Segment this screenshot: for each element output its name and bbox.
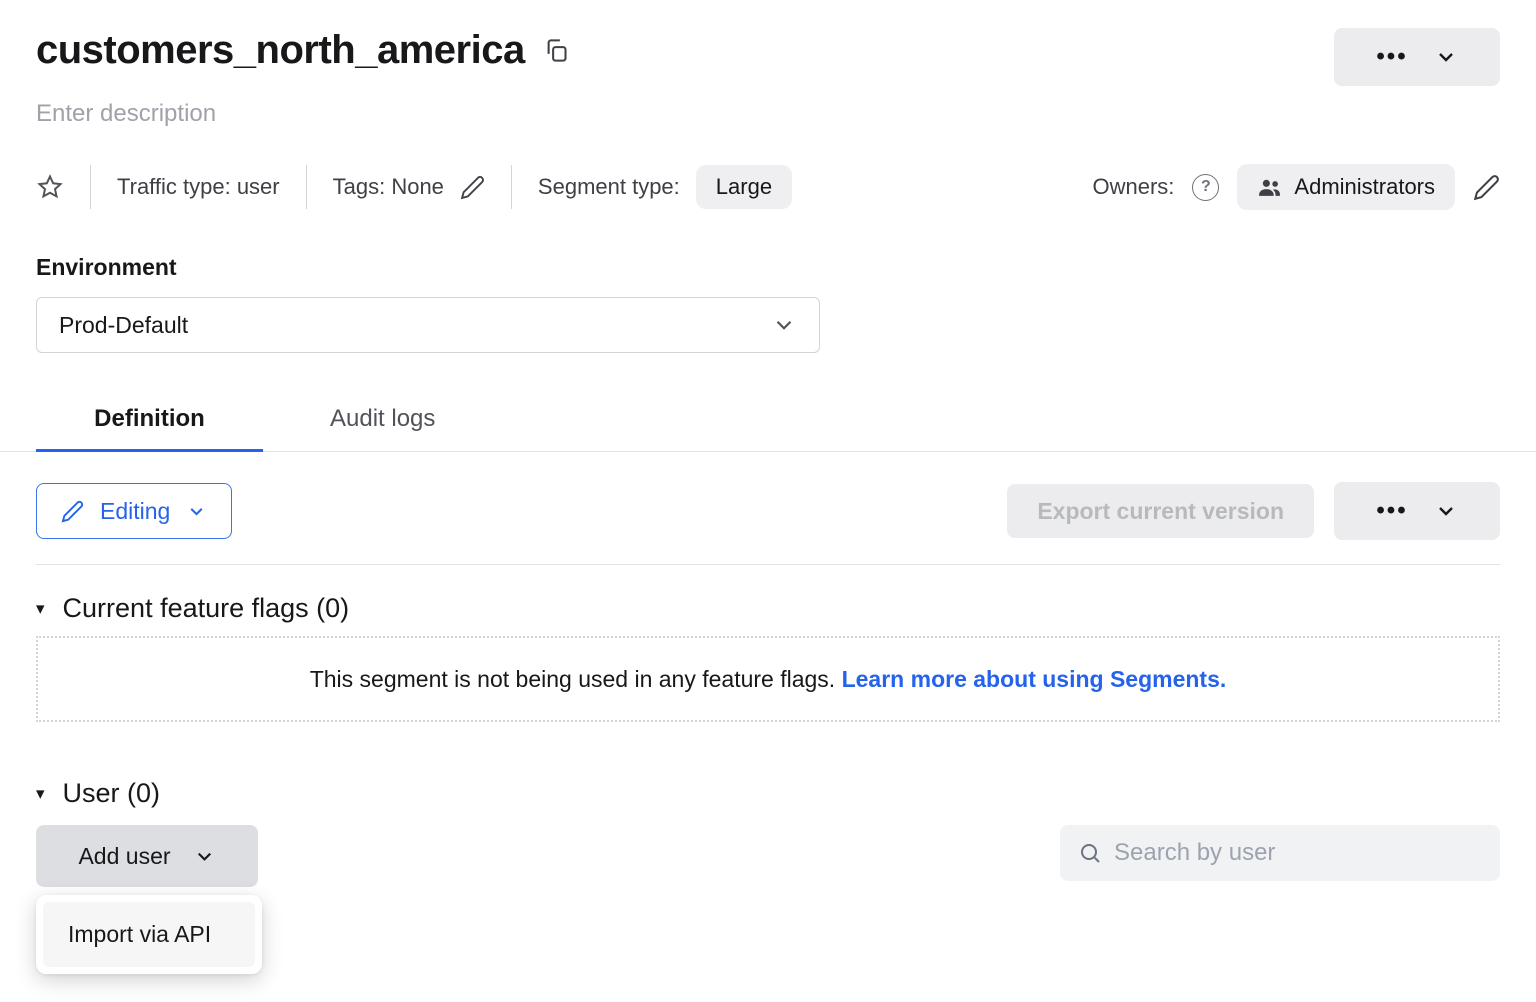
user-search xyxy=(1060,825,1500,881)
toolbar-right: Export current version ••• xyxy=(1007,482,1500,540)
owners-label: Owners: xyxy=(1092,174,1174,200)
add-user-button[interactable]: Add user xyxy=(36,825,258,887)
chevron-down-icon xyxy=(1434,499,1458,523)
chevron-down-icon xyxy=(193,845,216,868)
feature-flags-section-header[interactable]: ▾ Current feature flags (0) xyxy=(36,593,1500,624)
environment-select[interactable]: Prod-Default xyxy=(36,297,820,353)
add-user-dropdown-menu: Import via API xyxy=(36,895,262,974)
empty-state-text: This segment is not being used in any fe… xyxy=(310,666,1227,693)
tags-group: Tags: None xyxy=(333,174,485,200)
owners-pill[interactable]: Administrators xyxy=(1237,164,1455,210)
traffic-type-text: Traffic type: user xyxy=(117,174,280,200)
meta-row: Traffic type: user Tags: None Segment ty… xyxy=(36,164,1500,210)
definition-toolbar: Editing Export current version ••• xyxy=(36,482,1500,540)
chevron-down-icon xyxy=(771,312,797,338)
owners-value: Administrators xyxy=(1294,174,1435,200)
title-wrap: customers_north_america xyxy=(36,28,570,73)
edit-owners-button[interactable] xyxy=(1473,174,1500,201)
people-icon xyxy=(1257,175,1282,200)
divider xyxy=(306,165,307,209)
copy-icon xyxy=(543,37,570,64)
segment-detail-page: customers_north_america ••• Enter descri… xyxy=(0,0,1536,887)
segment-type-label: Segment type: xyxy=(538,174,680,200)
search-icon xyxy=(1078,841,1102,865)
pencil-icon xyxy=(61,500,84,523)
ellipsis-icon: ••• xyxy=(1376,497,1407,525)
environment-label: Environment xyxy=(36,254,1500,281)
editing-mode-button[interactable]: Editing xyxy=(36,483,232,539)
header-more-actions-button[interactable]: ••• xyxy=(1334,28,1500,86)
owners-group: Owners: ? Administrators xyxy=(1092,164,1500,210)
add-user-label: Add user xyxy=(78,843,170,870)
editing-label: Editing xyxy=(100,498,170,525)
chevron-down-icon xyxy=(186,501,207,522)
user-heading: User (0) xyxy=(63,778,161,809)
divider xyxy=(90,165,91,209)
edit-tags-button[interactable] xyxy=(460,175,485,200)
toolbar-more-actions-button[interactable]: ••• xyxy=(1334,482,1500,540)
help-icon[interactable]: ? xyxy=(1192,174,1219,201)
feature-flags-empty-state: This segment is not being used in any fe… xyxy=(36,636,1500,722)
pencil-icon xyxy=(1473,174,1500,201)
collapse-triangle-icon: ▾ xyxy=(36,785,45,802)
user-section-header[interactable]: ▾ User (0) xyxy=(36,778,1500,809)
divider xyxy=(511,165,512,209)
search-by-user-input[interactable] xyxy=(1114,839,1482,867)
tab-audit-logs[interactable]: Audit logs xyxy=(320,391,445,451)
ellipsis-icon: ••• xyxy=(1376,43,1407,71)
menu-item-import-via-api[interactable]: Import via API xyxy=(43,902,255,967)
tab-bar: Definition Audit logs xyxy=(0,391,1536,452)
star-icon xyxy=(36,173,64,201)
description-placeholder[interactable]: Enter description xyxy=(36,100,1500,128)
feature-flags-heading: Current feature flags (0) xyxy=(63,593,350,624)
segment-type-group: Segment type: Large xyxy=(538,165,792,209)
header: customers_north_america ••• xyxy=(36,28,1500,86)
copy-title-button[interactable] xyxy=(543,37,570,64)
favorite-star-button[interactable] xyxy=(36,173,64,201)
environment-selected-value: Prod-Default xyxy=(59,312,188,339)
empty-state-message: This segment is not being used in any fe… xyxy=(310,666,835,692)
divider xyxy=(36,564,1500,565)
segment-type-badge: Large xyxy=(696,165,792,209)
pencil-icon xyxy=(460,175,485,200)
collapse-triangle-icon: ▾ xyxy=(36,600,45,617)
chevron-down-icon xyxy=(1434,45,1458,69)
page-title: customers_north_america xyxy=(36,28,525,73)
learn-more-link[interactable]: Learn more about using Segments. xyxy=(842,666,1227,692)
tags-text: Tags: None xyxy=(333,174,444,200)
tab-definition[interactable]: Definition xyxy=(36,391,263,451)
user-controls-row: Add user Import via API xyxy=(36,825,1500,887)
export-current-version-button[interactable]: Export current version xyxy=(1007,484,1314,538)
